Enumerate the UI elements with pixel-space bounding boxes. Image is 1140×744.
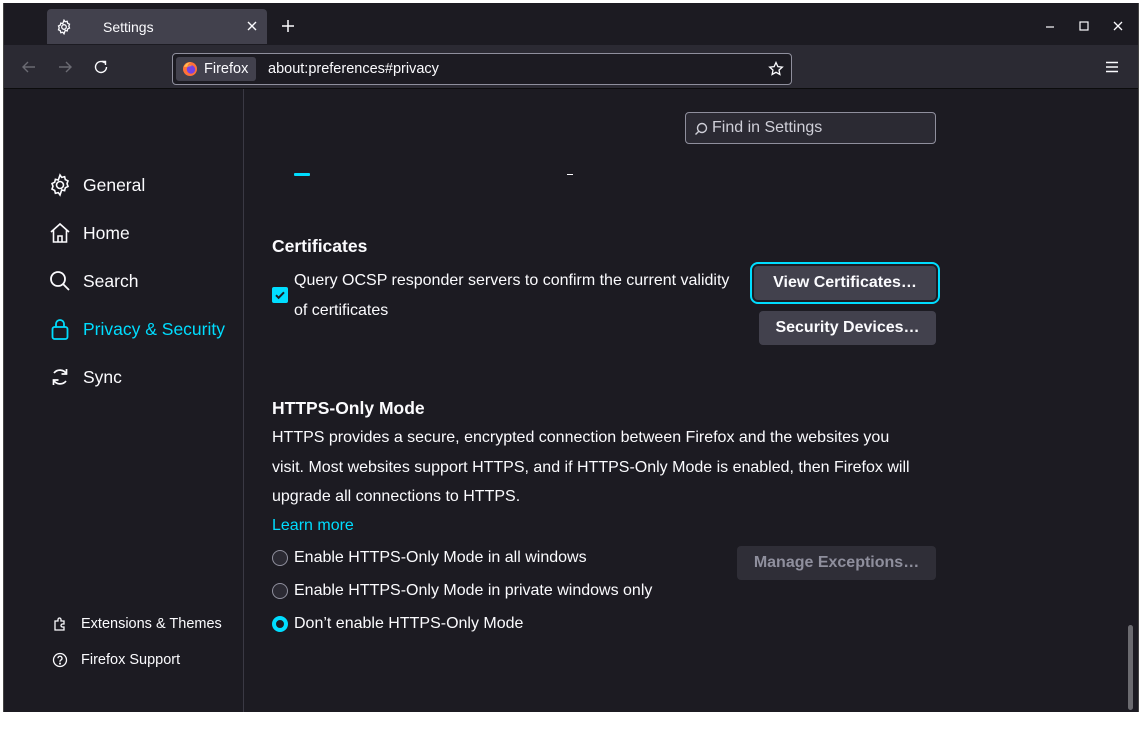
search-icon [50, 271, 70, 291]
category-sidebar: General Home Search Privacy & Security S… [4, 89, 244, 712]
partial-checkbox-edge [294, 173, 310, 176]
find-in-settings[interactable] [685, 112, 936, 144]
sidebar-item-label: Home [83, 222, 130, 243]
learn-more-link[interactable]: Learn more [272, 517, 354, 535]
window-close-icon[interactable] [1111, 19, 1125, 33]
nav-bar: Firefox about:preferences#privacy [4, 45, 1138, 89]
sidebar-item-label: Privacy & Security [83, 318, 225, 339]
sidebar-item-general[interactable]: General [48, 169, 238, 201]
search-icon [695, 122, 708, 135]
https-only-heading: HTTPS-Only Mode [272, 398, 425, 418]
help-icon [52, 652, 68, 668]
hamburger-menu-icon[interactable] [1104, 59, 1120, 75]
sync-icon [52, 369, 68, 385]
home-icon [50, 222, 70, 243]
scrollbar-thumb[interactable] [1128, 625, 1133, 710]
forward-arrow-icon[interactable] [57, 59, 73, 75]
lock-icon [51, 319, 69, 340]
ocsp-label-line1: Query OCSP responder servers to confirm … [294, 272, 730, 289]
bookmark-star-icon[interactable] [768, 61, 784, 77]
sidebar-item-home[interactable]: Home [48, 217, 238, 249]
radio-https-disabled[interactable] [272, 616, 288, 632]
https-only-desc-line3: upgrade all connections to HTTPS. [272, 488, 521, 505]
url-bar[interactable]: Firefox about:preferences#privacy [172, 53, 792, 85]
tab-title: Settings [103, 19, 154, 35]
ocsp-checkbox[interactable] [272, 287, 288, 303]
security-devices-button[interactable]: Security Devices… [759, 311, 936, 345]
close-icon[interactable] [244, 18, 260, 34]
sidebar-item-privacy-security[interactable]: Privacy & Security [48, 313, 238, 345]
search-input[interactable] [712, 116, 932, 140]
certificates-heading: Certificates [272, 236, 368, 256]
back-arrow-icon[interactable] [21, 59, 37, 75]
reload-icon[interactable] [93, 59, 109, 75]
puzzle-piece-icon [54, 617, 65, 631]
sidebar-item-label: Sync [83, 366, 122, 387]
manage-exceptions-button[interactable]: Manage Exceptions… [737, 546, 936, 580]
firefox-logo-icon [183, 62, 197, 76]
maximize-icon[interactable] [1077, 19, 1091, 33]
plus-icon[interactable] [280, 18, 296, 34]
radio-label: Enable HTTPS-Only Mode in private window… [294, 582, 653, 599]
minimize-icon[interactable] [1043, 19, 1057, 33]
gear-icon [57, 19, 71, 35]
preferences-content: General Home Search Privacy & Security S… [4, 89, 1138, 712]
checkmark-icon [275, 291, 285, 300]
sidebar-link-label: Firefox Support [81, 652, 181, 668]
tab-settings[interactable]: Settings [47, 9, 267, 44]
partial-underline [567, 174, 573, 175]
identity-label: Firefox [204, 61, 249, 77]
radio-https-all-windows[interactable] [272, 550, 288, 566]
identity-box[interactable]: Firefox [176, 57, 256, 81]
https-only-desc-line1: HTTPS provides a secure, encrypted conne… [272, 429, 890, 446]
sidebar-item-label: General [83, 174, 146, 195]
browser-window: Settings Firefox about:preferences#priva… [3, 3, 1139, 712]
sidebar-item-sync[interactable]: Sync [48, 361, 238, 393]
gear-icon [51, 173, 69, 197]
sidebar-link-extensions-themes[interactable]: Extensions & Themes [52, 612, 222, 636]
ocsp-label-line2: of certificates [294, 302, 389, 319]
radio-label: Don’t enable HTTPS-Only Mode [294, 615, 524, 632]
sidebar-item-search[interactable]: Search [48, 265, 238, 297]
sidebar-link-firefox-support[interactable]: Firefox Support [52, 648, 180, 672]
https-only-desc-line2: visit. Most websites support HTTPS, and … [272, 459, 910, 476]
tab-bar: Settings [4, 3, 1138, 45]
url-text[interactable]: about:preferences#privacy [268, 61, 439, 77]
sidebar-link-label: Extensions & Themes [81, 616, 222, 632]
radio-label: Enable HTTPS-Only Mode in all windows [294, 549, 587, 566]
sidebar-item-label: Search [83, 270, 139, 291]
view-certificates-button[interactable]: View Certificates… [750, 262, 940, 304]
radio-https-private-only[interactable] [272, 583, 288, 599]
